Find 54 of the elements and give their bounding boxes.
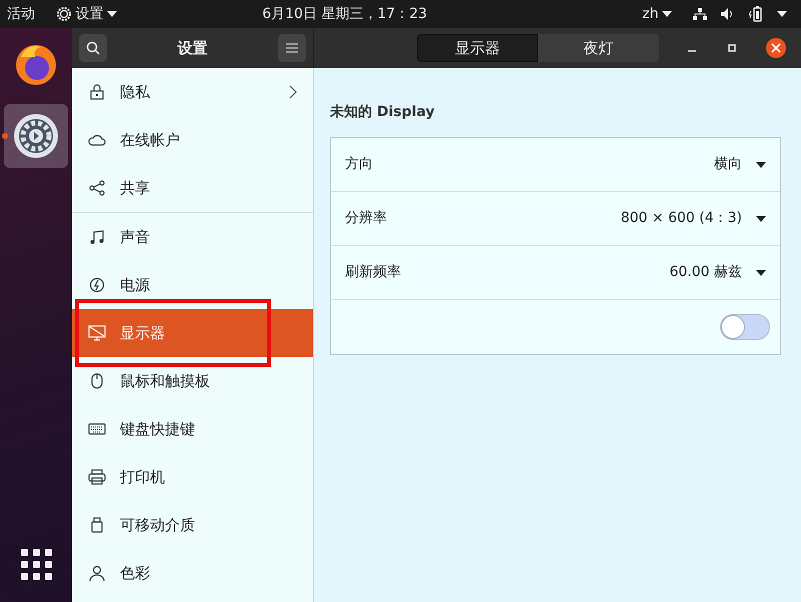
caret-icon [777,11,787,17]
volume-icon [721,8,735,20]
view-tab[interactable]: 夜灯 [538,34,659,62]
setting-row[interactable]: 刷新频率 60.00 赫兹 [331,246,780,300]
power-icon [89,277,105,293]
sidebar-item[interactable]: 声音 [72,213,313,261]
view-tab[interactable]: 显示器 [417,34,538,62]
sidebar-item[interactable]: 显示器 [72,309,313,357]
caret-icon [756,162,766,168]
caret-icon [662,11,672,17]
gear-icon [12,112,60,160]
music-note-icon [89,229,105,245]
activities-button[interactable]: 活动 [7,4,35,24]
sidebar-item[interactable]: 打印机 [72,453,313,501]
lock-icon [89,84,105,100]
search-button[interactable] [79,34,107,62]
network-icon [693,8,707,20]
menu-button[interactable] [278,34,306,62]
caret-icon [756,270,766,276]
menu-icon [286,43,298,53]
sidebar-item[interactable]: 在线帐户 [72,116,313,164]
caret-icon [756,216,766,222]
clock[interactable]: 6月10日 星期三，17：23 [117,4,642,24]
person-icon [89,565,105,581]
app-menu[interactable]: 设置 [56,4,117,24]
running-indicator [2,133,8,139]
sidebar-item[interactable]: 键盘快捷键 [72,405,313,453]
printer-icon [88,469,106,485]
mouse-icon [91,373,103,389]
window-title: 设置 [178,38,208,59]
input-method-menu[interactable]: zh [642,4,672,24]
sidebar-item[interactable]: 共享 [72,164,313,212]
usb-drive-icon [91,517,103,533]
sidebar-item[interactable]: 可移动介质 [72,501,313,549]
close-icon[interactable] [765,37,787,59]
dock-item[interactable] [4,104,68,168]
search-icon [86,41,100,55]
caret-icon [107,11,117,17]
system-menu[interactable] [693,6,787,22]
sidebar-item[interactable]: 电源 [72,261,313,309]
sidebar-item[interactable]: 色彩 [72,549,313,597]
cloud-icon [88,134,106,146]
section-title: 未知的 Display [330,103,436,122]
battery-icon [749,6,763,22]
setting-row[interactable]: 分辨率 800 × 600 (4：3) [331,192,780,246]
app-grid-icon[interactable] [20,549,52,580]
gear-icon [56,6,72,22]
monitor-icon [88,325,106,341]
share-icon [89,180,105,196]
toggle-switch[interactable] [720,314,770,340]
sidebar-item[interactable]: 鼠标和触摸板 [72,357,313,405]
keyboard-icon [88,423,106,435]
sidebar-item[interactable]: 隐私 [72,68,313,116]
setting-row[interactable]: 方向 横向 [331,138,780,192]
